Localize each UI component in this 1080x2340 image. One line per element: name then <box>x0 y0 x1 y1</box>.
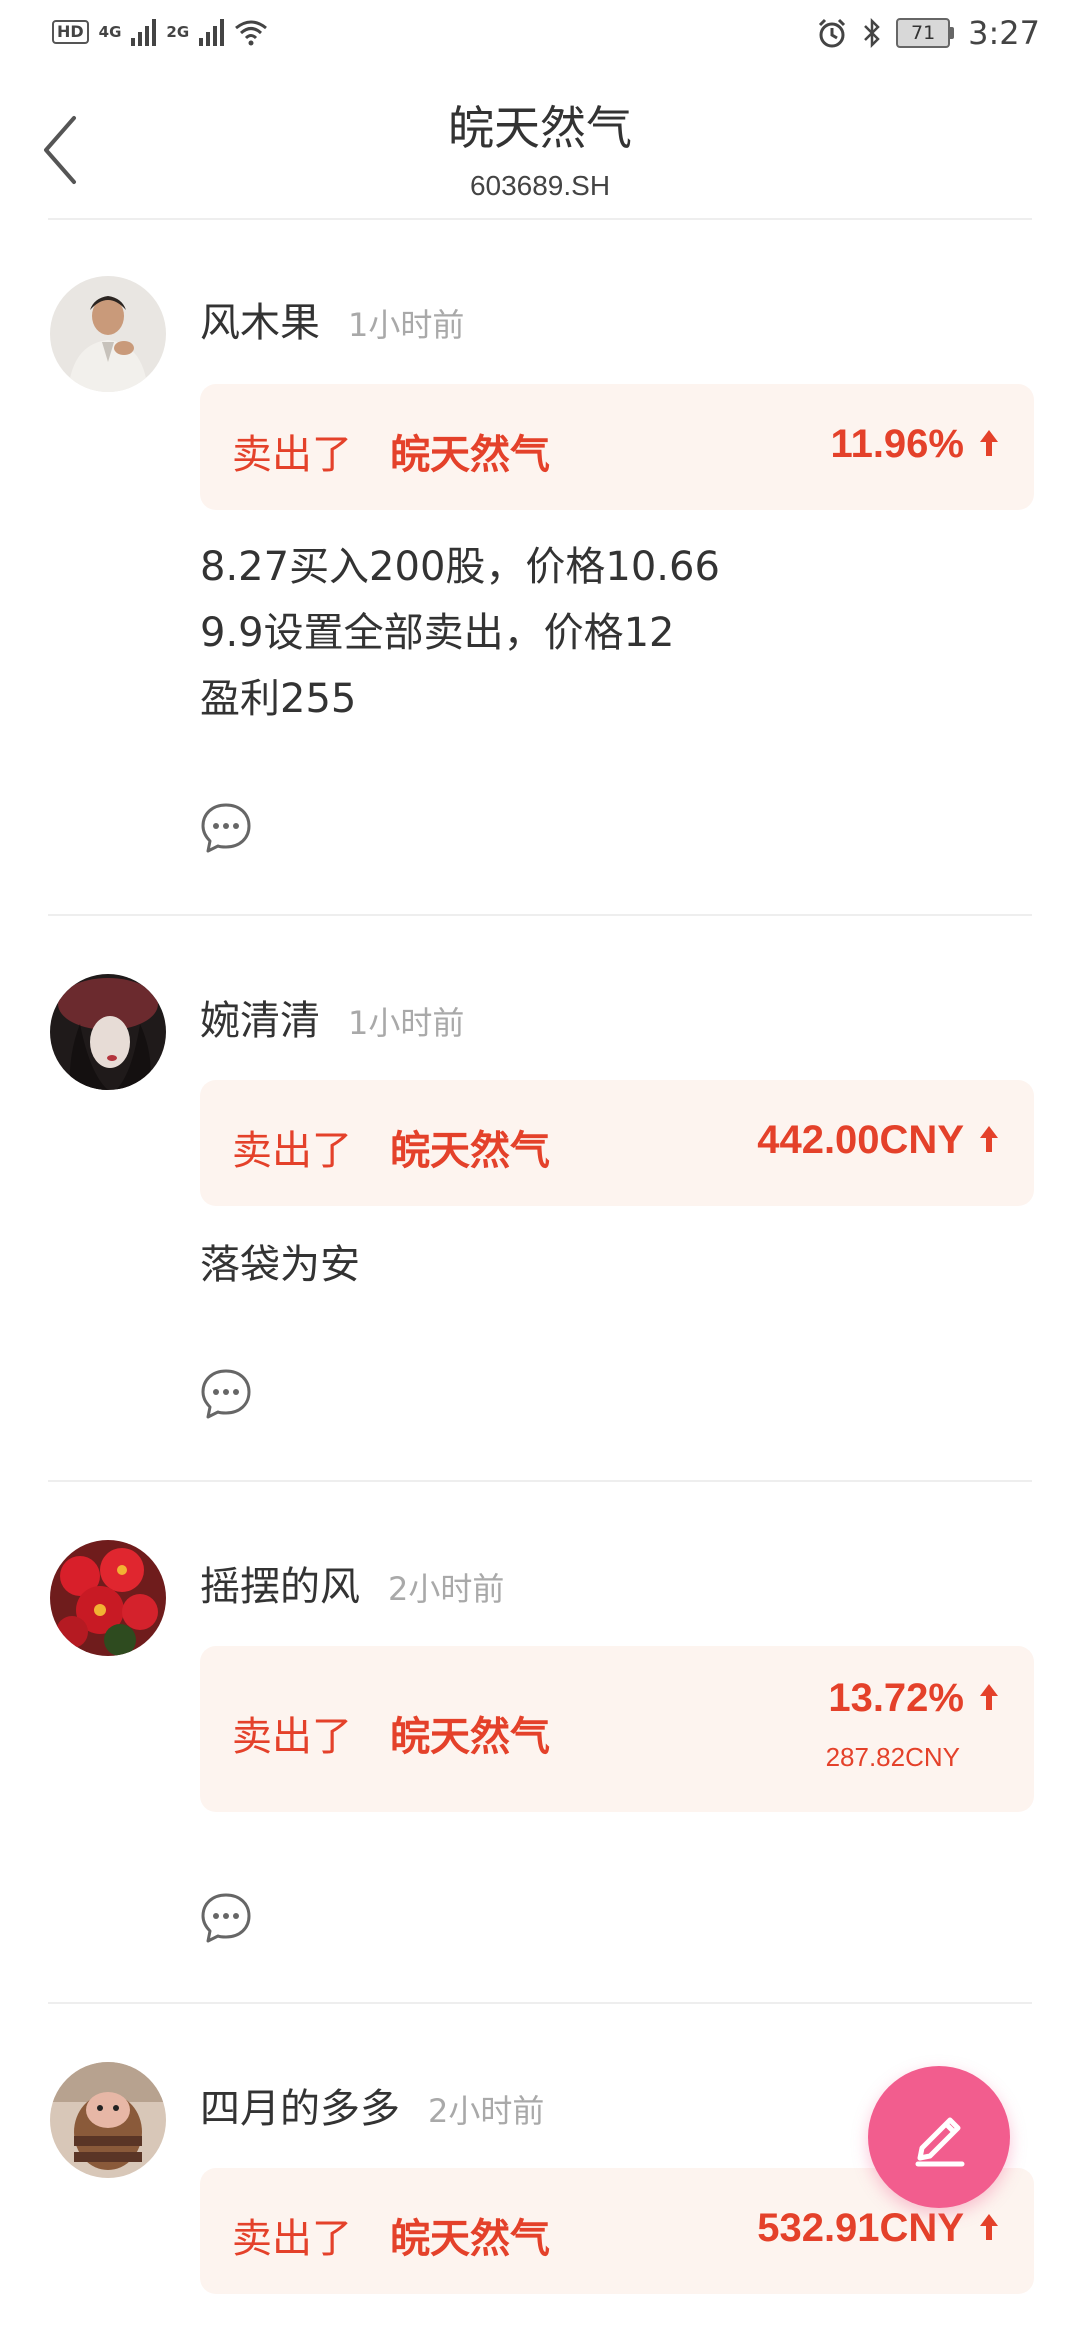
post-time: 2小时前 <box>428 2092 545 2130</box>
trade-action: 卖出了 <box>232 2216 352 2262</box>
user-name[interactable]: 摇摆的风 <box>200 1554 360 1612</box>
comment-icon[interactable] <box>198 1366 254 1422</box>
trade-return: 442.00CNY <box>757 1118 964 1162</box>
avatar[interactable] <box>50 2062 166 2178</box>
user-name[interactable]: 四月的多多 <box>200 2076 400 2134</box>
user-name[interactable]: 婉清清 <box>200 988 320 1046</box>
up-arrow-icon <box>980 430 998 456</box>
trade-return: 532.91CNY <box>757 2206 964 2250</box>
post-divider <box>48 1480 1032 1482</box>
comment-icon[interactable] <box>198 800 254 856</box>
trade-profit: 287.82CNY <box>825 1742 960 1772</box>
trade-card[interactable]: 卖出了 皖天然气 11.96% <box>200 384 1034 510</box>
trade-action: 卖出了 <box>232 1128 352 1174</box>
post-time: 1小时前 <box>348 306 465 344</box>
network-2g: 2G <box>166 23 190 41</box>
bluetooth-icon <box>864 17 880 49</box>
up-arrow-icon <box>980 1126 998 1152</box>
clock: 3:27 <box>968 14 1040 52</box>
page-subtitle: 603689.SH <box>469 170 611 201</box>
hd-badge: HD <box>52 20 89 44</box>
avatar[interactable] <box>50 974 166 1090</box>
avatar[interactable] <box>50 276 166 392</box>
post-header: 婉清清 1小时前 <box>200 988 464 1046</box>
trade-action: 卖出了 <box>232 1714 352 1760</box>
trade-return: 11.96% <box>830 422 964 466</box>
pencil-icon <box>915 2117 965 2167</box>
user-name[interactable]: 风木果 <box>200 290 320 348</box>
trade-stock: 皖天然气 <box>390 432 550 478</box>
up-arrow-icon <box>980 1684 998 1710</box>
wifi-icon <box>235 20 268 46</box>
network-4g: 4G <box>98 23 122 41</box>
trade-stock: 皖天然气 <box>390 1128 550 1174</box>
content-line: 9.9设置全部卖出，价格12 <box>200 610 675 656</box>
post-divider <box>48 914 1032 916</box>
trade-card[interactable]: 卖出了 皖天然气 13.72% 287.82CNY <box>200 1646 1034 1812</box>
trade-return: 13.72% <box>828 1676 964 1720</box>
page-title: 皖天然气 <box>448 101 632 155</box>
post-content: 8.27买入200股，价格10.66 9.9设置全部卖出，价格12 盈利255 <box>200 534 720 732</box>
content-line: 落袋为安 <box>200 1242 360 1288</box>
trade-stock: 皖天然气 <box>390 1714 550 1760</box>
header: 皖天然气 603689.SH <box>0 72 1080 220</box>
avatar[interactable] <box>50 1540 166 1656</box>
battery-icon: 71 <box>896 18 955 48</box>
status-right: 71 3:27 <box>816 14 1040 52</box>
comment-icon[interactable] <box>198 1890 254 1946</box>
compose-button[interactable] <box>868 2066 1010 2208</box>
signal-icon-2 <box>199 18 225 46</box>
post-header: 四月的多多 2小时前 <box>200 2076 544 2134</box>
post-content: 落袋为安 <box>200 1232 360 1298</box>
status-bar: HD 4G 2G 71 3:27 <box>0 0 1080 72</box>
post-time: 1小时前 <box>348 1004 465 1042</box>
signal-icon <box>131 18 157 46</box>
post-header: 摇摆的风 2小时前 <box>200 1554 504 1612</box>
status-left: HD 4G 2G <box>52 18 268 46</box>
post-time: 2小时前 <box>388 1570 505 1608</box>
up-arrow-icon <box>980 2214 998 2240</box>
trade-card[interactable]: 卖出了 皖天然气 442.00CNY <box>200 1080 1034 1206</box>
content-line: 盈利255 <box>200 676 357 722</box>
post-divider <box>48 2002 1032 2004</box>
trade-stock: 皖天然气 <box>390 2216 550 2262</box>
trade-action: 卖出了 <box>232 432 352 478</box>
content-line: 8.27买入200股，价格10.66 <box>200 544 720 590</box>
header-divider <box>48 218 1032 220</box>
alarm-icon <box>819 18 846 48</box>
post-header: 风木果 1小时前 <box>200 290 464 348</box>
